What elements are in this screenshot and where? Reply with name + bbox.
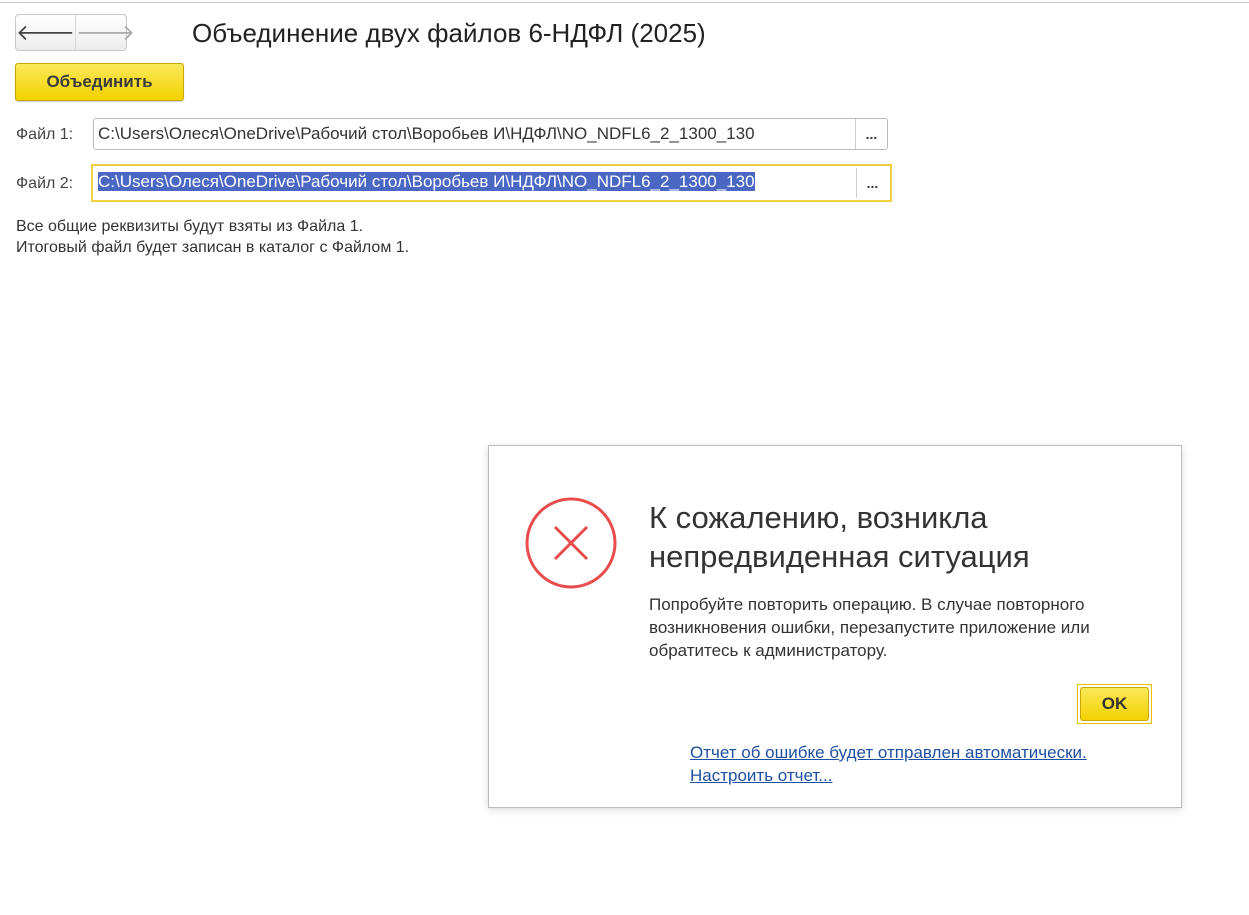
file2-label: Файл 2: (16, 175, 74, 192)
ok-button-label: OK (1080, 687, 1149, 721)
merge-button[interactable]: Объединить (15, 63, 184, 101)
top-border (0, 0, 1249, 3)
configure-report-link[interactable]: Настроить отчет... (690, 766, 832, 786)
file2-browse-button[interactable]: ... (856, 168, 888, 198)
dialog-message: Попробуйте повторить операцию. В случае … (649, 595, 1090, 660)
note-line-1: Все общие реквизиты будут взяты из Файла… (16, 218, 364, 235)
ok-button[interactable]: OK (1077, 684, 1152, 724)
dialog-title-line-1: К сожалению, возникла (649, 500, 988, 535)
file2-input[interactable]: C:\Users\Олеся\OneDrive\Рабочий стол\Вор… (95, 168, 856, 198)
file1-field[interactable]: C:\Users\Олеся\OneDrive\Рабочий стол\Вор… (93, 118, 888, 150)
info-note: Все общие реквизиты будут взяты из Файла… (16, 216, 409, 258)
note-line-2: Итоговый файл будет записан в каталог с … (16, 239, 410, 256)
back-arrow-icon[interactable]: 🡐 (16, 15, 76, 50)
file1-label: Файл 1: (16, 126, 74, 143)
dialog-title: К сожалению, возникла непредвиденная сит… (649, 498, 1030, 576)
file1-input[interactable]: C:\Users\Олеся\OneDrive\Рабочий стол\Вор… (94, 119, 855, 149)
error-report-link[interactable]: Отчет об ошибке будет отправлен автомати… (690, 743, 1087, 763)
error-dialog: К сожалению, возникла непредвиденная сит… (488, 445, 1182, 808)
file2-field[interactable]: C:\Users\Олеся\OneDrive\Рабочий стол\Вор… (91, 164, 892, 202)
error-icon (525, 497, 617, 589)
file1-browse-button[interactable]: ... (855, 119, 887, 149)
forward-arrow-icon[interactable]: 🡒 (76, 15, 135, 50)
navigation-buttons: 🡐 🡒 (15, 14, 135, 51)
page-title: Объединение двух файлов 6-НДФЛ (2025) (192, 18, 706, 48)
dialog-title-line-2: непредвиденная ситуация (649, 539, 1030, 574)
file2-selected-text: C:\Users\Олеся\OneDrive\Рабочий стол\Вор… (98, 172, 755, 191)
